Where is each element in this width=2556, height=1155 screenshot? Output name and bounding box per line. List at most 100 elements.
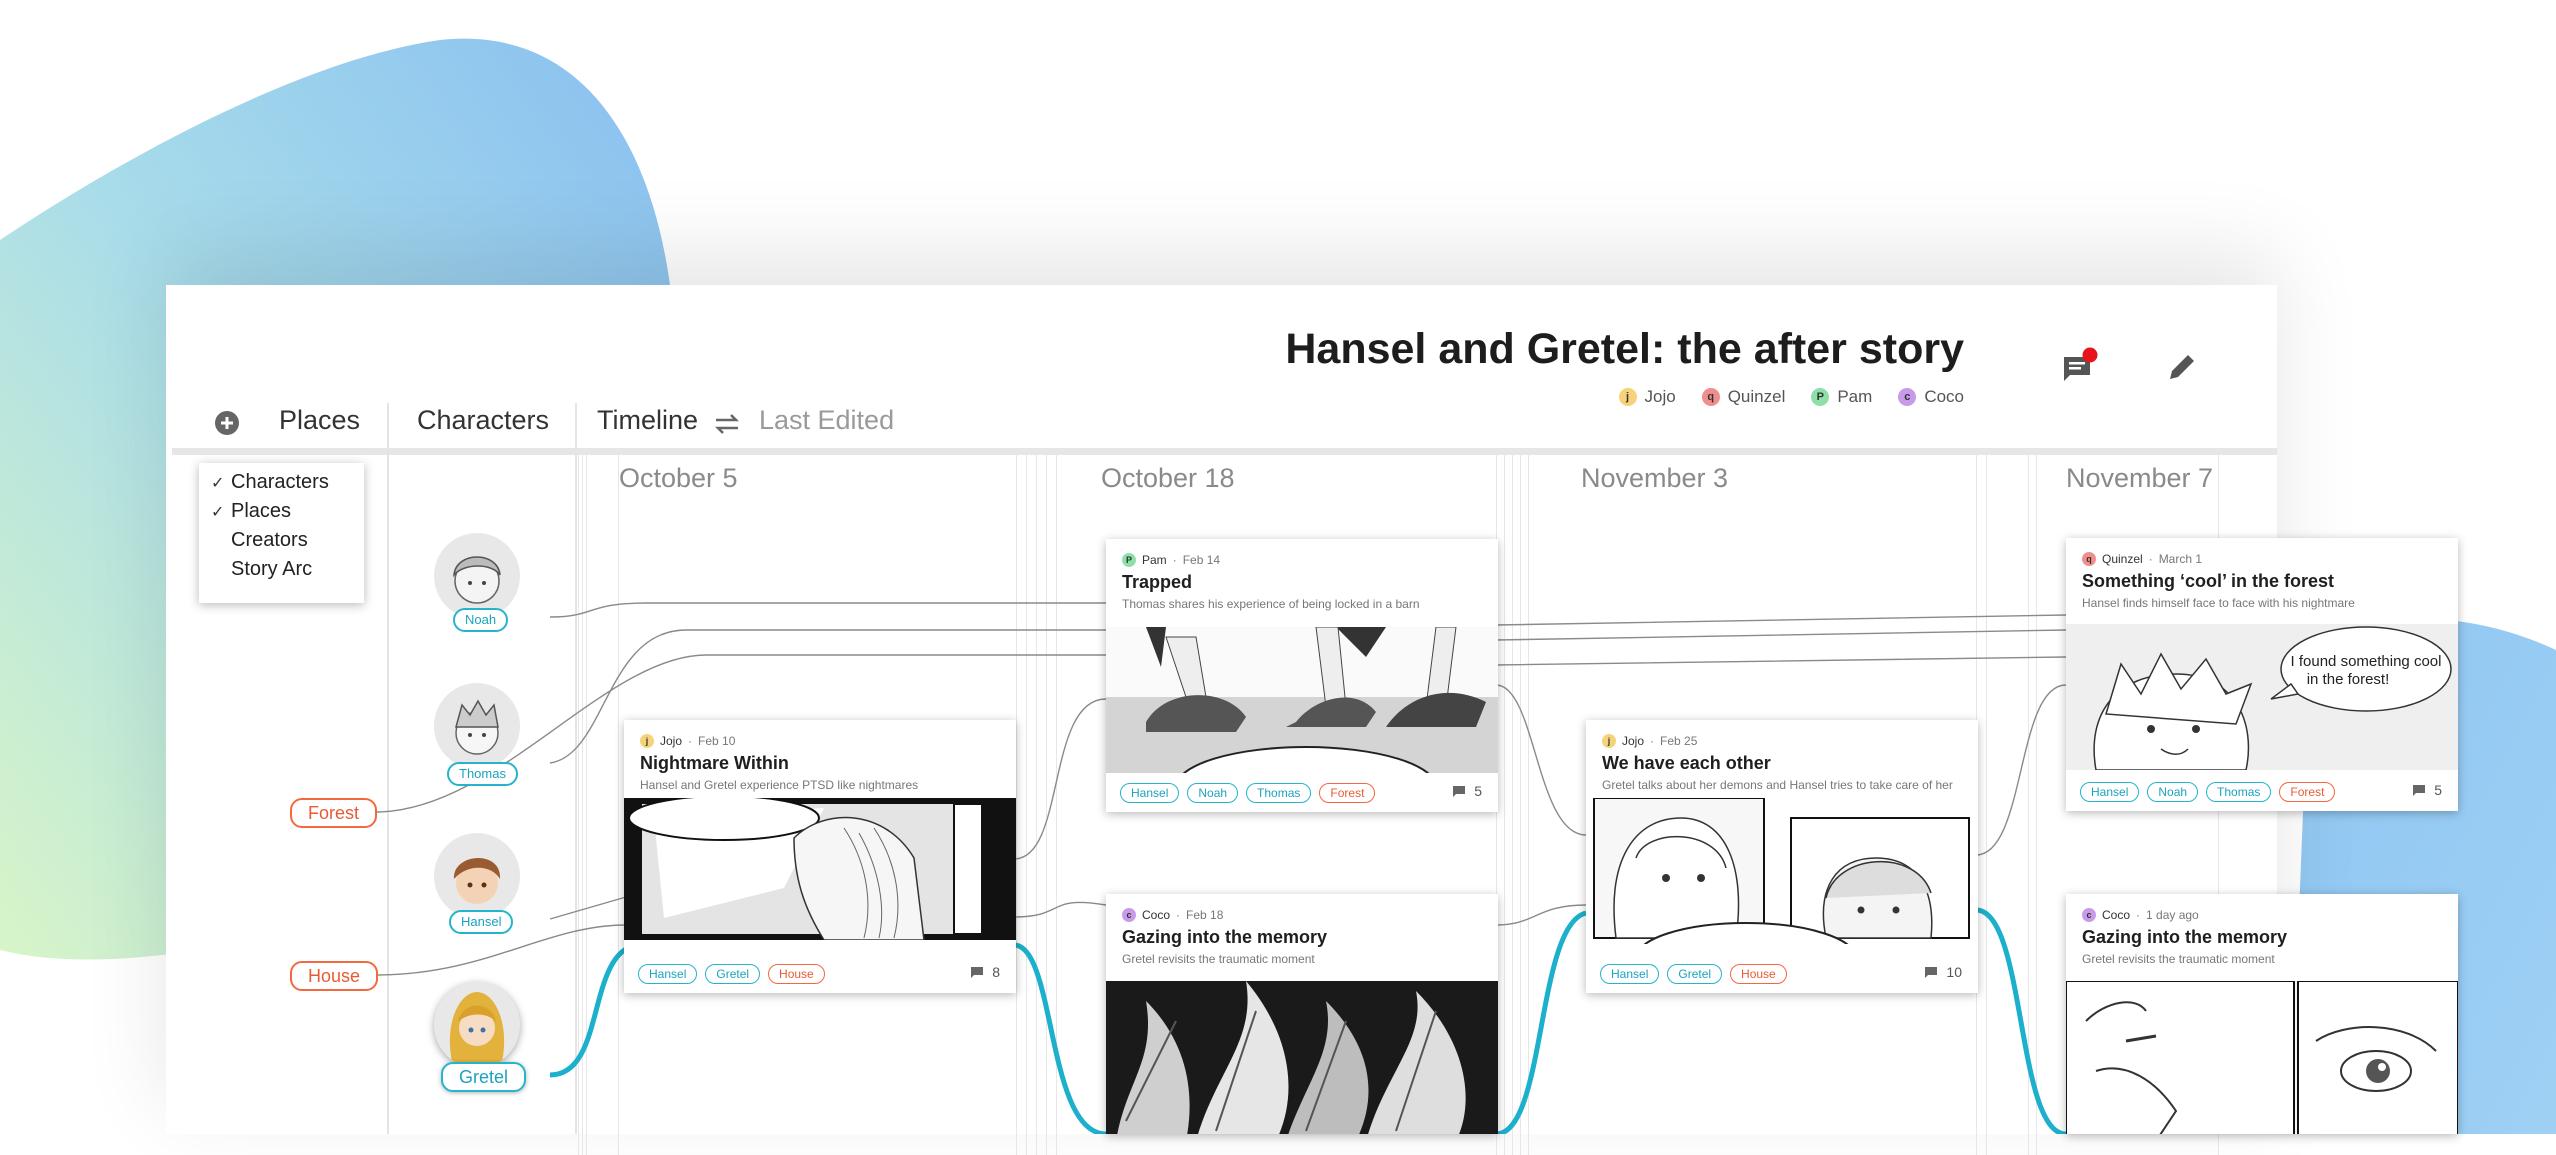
story-card[interactable]: j Jojo · Feb 10 Nightmare Within Hansel … (624, 720, 1016, 993)
filter-option-label: Places (231, 500, 292, 522)
edit-button[interactable] (2160, 345, 2204, 389)
grid-line (1520, 455, 1521, 1155)
timeline-date: November 7 (2066, 463, 2214, 493)
card-tag[interactable]: House (1730, 964, 1787, 984)
creator-name: Pam (1837, 387, 1873, 406)
card-meta: j Jojo · Feb 25 (1602, 734, 1697, 748)
grid-line (578, 455, 579, 1155)
tab-places[interactable]: Places (279, 405, 360, 436)
creator-avatar: P (1811, 388, 1830, 406)
card-tag[interactable]: Noah (1187, 783, 1239, 803)
story-card[interactable]: c Coco · Feb 18 Gazing into the memory G… (1106, 894, 1498, 1134)
forest-discovery-sketch: I found something cool in the forest! (2066, 624, 2458, 770)
story-card[interactable]: c Coco · 1 day ago Gazing into the memor… (2066, 894, 2458, 1134)
tab-last-edited[interactable]: Last Edited (759, 405, 894, 436)
card-tag-list: Hansel Noah Thomas Forest (2080, 782, 2336, 802)
creator-quinzel[interactable]: q Quinzel (1701, 387, 1785, 407)
card-meta: j Jojo · Feb 10 (640, 734, 735, 748)
card-illustration (2066, 981, 2458, 1134)
view-tabs: Places Characters Timeline Last Edited (166, 405, 2277, 465)
card-title: Gazing into the memory (2082, 927, 2288, 947)
card-tag[interactable]: Forest (2279, 782, 2336, 802)
character-avatar-hansel[interactable] (434, 833, 520, 919)
comments-icon (2064, 347, 2098, 381)
card-title: Something ‘cool’ in the forest (2082, 571, 2335, 591)
creator-avatar: q (1701, 388, 1720, 406)
filter-option-story-arc[interactable]: Story Arc (211, 558, 312, 581)
card-title: We have each other (1602, 753, 1771, 773)
card-description: Hansel finds himself face to face with h… (2082, 596, 2355, 610)
creator-avatar: j (1618, 388, 1637, 406)
filter-option-places[interactable]: ✓ Places (211, 500, 291, 523)
creator-avatar: c (2082, 908, 2096, 922)
tab-timeline[interactable]: Timeline (597, 405, 698, 436)
card-tag[interactable]: Thomas (2206, 782, 2272, 802)
creator-avatar: j (640, 734, 654, 748)
card-tag[interactable]: Gretel (705, 964, 761, 984)
checkmark-icon: ✓ (211, 503, 225, 521)
card-tag[interactable]: Hansel (1600, 964, 1660, 984)
story-card[interactable]: j Jojo · Feb 25 We have each other Grete… (1586, 720, 1978, 993)
comment-count[interactable]: 5 (1452, 783, 1482, 799)
grid-line (582, 455, 583, 1155)
card-tag[interactable]: Thomas (1246, 783, 1312, 803)
card-tag[interactable]: Noah (2147, 782, 2199, 802)
tab-characters[interactable]: Characters (417, 405, 549, 436)
card-tag[interactable]: Hansel (1120, 783, 1180, 803)
creator-jojo[interactable]: j Jojo (1618, 387, 1676, 407)
filter-option-creators[interactable]: Creators (211, 529, 308, 552)
place-tag-forest[interactable]: Forest (290, 798, 378, 828)
character-tag-noah[interactable]: Noah (453, 608, 509, 632)
comment-count[interactable]: 10 (1924, 964, 1962, 980)
character-tag-hansel[interactable]: Hansel (449, 910, 514, 934)
creator-coco[interactable]: c Coco (1898, 387, 1964, 407)
card-tag-list: Hansel Noah Thomas Forest (1120, 783, 1376, 803)
card-illustration (1106, 981, 1498, 1134)
card-tag[interactable]: Gretel (1667, 964, 1723, 984)
siblings-sketch (1586, 798, 1978, 944)
creator-avatar: P (1122, 553, 1136, 567)
notification-dot (2082, 347, 2098, 363)
grid-line (618, 455, 619, 1155)
filter-option-label: Story Arc (231, 558, 313, 580)
timeline-date: October 18 (1101, 463, 1235, 493)
tab-bar-divider (172, 448, 2277, 455)
add-filter-button[interactable] (214, 410, 240, 441)
card-illustration: I found something cool in the forest! (2066, 624, 2458, 770)
card-date: March 1 (2158, 552, 2203, 566)
card-tag[interactable]: Forest (1319, 783, 1376, 803)
card-date: Feb 10 (698, 734, 736, 748)
creator-avatar: c (1122, 908, 1136, 922)
grid-line (2028, 455, 2029, 1155)
card-tag[interactable]: Hansel (2080, 782, 2140, 802)
character-tag-thomas[interactable]: Thomas (447, 762, 518, 786)
card-meta: c Coco · 1 day ago (2082, 908, 2199, 922)
flames-sketch (1106, 981, 1498, 1134)
character-avatar-noah[interactable] (434, 533, 520, 619)
trapped-sketch (1106, 627, 1498, 773)
sort-toggle-button[interactable] (713, 411, 741, 442)
card-tag[interactable]: House (768, 964, 825, 984)
comment-count[interactable]: 5 (2412, 782, 2442, 798)
story-card[interactable]: q Quinzel · March 1 Something ‘cool’ in … (2066, 538, 2458, 811)
card-description: Gretel talks about her demons and Hansel… (1602, 778, 1953, 792)
character-tag-gretel[interactable]: Gretel (441, 1062, 527, 1092)
creator-name: Coco (1924, 387, 1964, 406)
grid-line (586, 455, 587, 1155)
card-tag-list: Hansel Gretel House (638, 964, 825, 984)
character-avatar-thomas[interactable] (434, 683, 520, 769)
place-tag-house[interactable]: House (290, 961, 379, 991)
grid-line (1986, 455, 1987, 1155)
character-avatar-gretel[interactable] (434, 982, 520, 1068)
comment-icon (1925, 966, 1938, 978)
comments-button[interactable] (2056, 345, 2100, 389)
filter-option-characters[interactable]: ✓ Characters (211, 471, 329, 494)
card-date: Feb 14 (1182, 553, 1221, 567)
nightmare-sketch (624, 798, 1016, 940)
grid-line (1512, 455, 1513, 1155)
card-tag[interactable]: Hansel (638, 964, 698, 984)
card-creator: Pam (1142, 553, 1167, 567)
story-card[interactable]: P Pam · Feb 14 Trapped Thomas shares his… (1106, 539, 1498, 812)
creator-pam[interactable]: P Pam (1811, 387, 1872, 407)
comment-count[interactable]: 8 (970, 964, 1000, 980)
